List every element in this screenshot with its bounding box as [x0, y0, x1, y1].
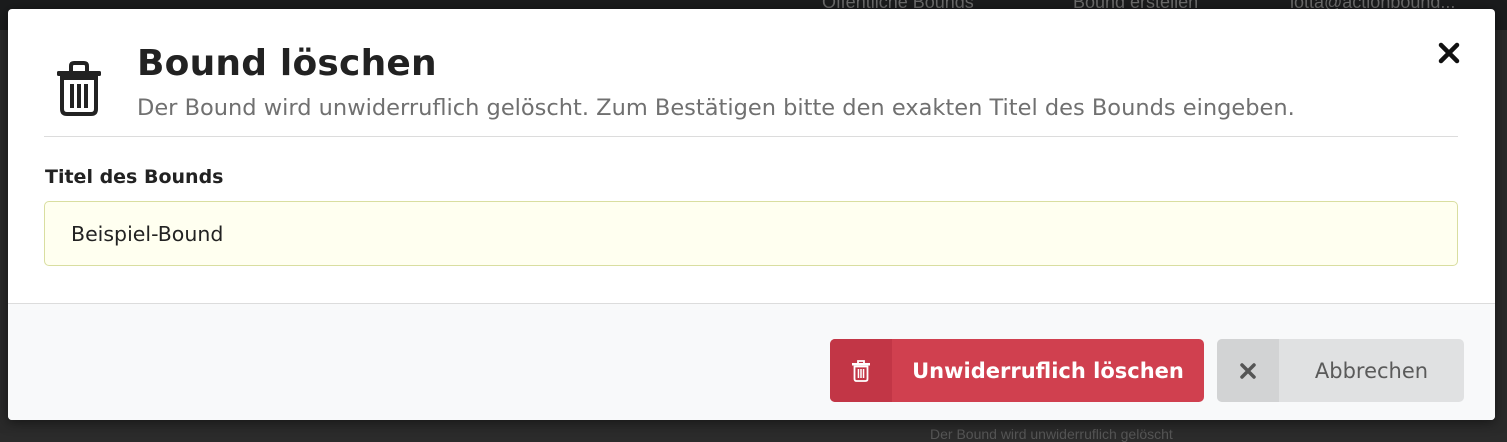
cancel-button[interactable]: Abbrechen	[1217, 339, 1464, 402]
modal-footer: Unwiderruflich löschen Abbrechen	[8, 303, 1495, 420]
modal-header: Bound löschen Der Bound wird unwiderrufl…	[44, 9, 1458, 137]
trash-icon	[830, 339, 892, 402]
delete-bound-modal: Bound löschen Der Bound wird unwiderrufl…	[8, 9, 1495, 420]
title-field-label: Titel des Bounds	[45, 166, 224, 188]
cancel-button-label: Abbrechen	[1314, 358, 1429, 383]
close-icon	[1217, 339, 1279, 402]
delete-irrevocably-button[interactable]: Unwiderruflich löschen	[830, 339, 1204, 402]
modal-subtitle: Der Bound wird unwiderruflich gelöscht. …	[137, 95, 1295, 121]
modal-title: Bound löschen	[137, 43, 437, 84]
close-icon[interactable]	[1437, 41, 1461, 65]
bound-title-input[interactable]	[44, 201, 1458, 266]
trash-icon	[54, 59, 104, 119]
delete-button-label: Unwiderruflich löschen	[912, 358, 1184, 383]
background-text: Der Bound wird unwiderruflich gelöscht	[930, 426, 1173, 442]
